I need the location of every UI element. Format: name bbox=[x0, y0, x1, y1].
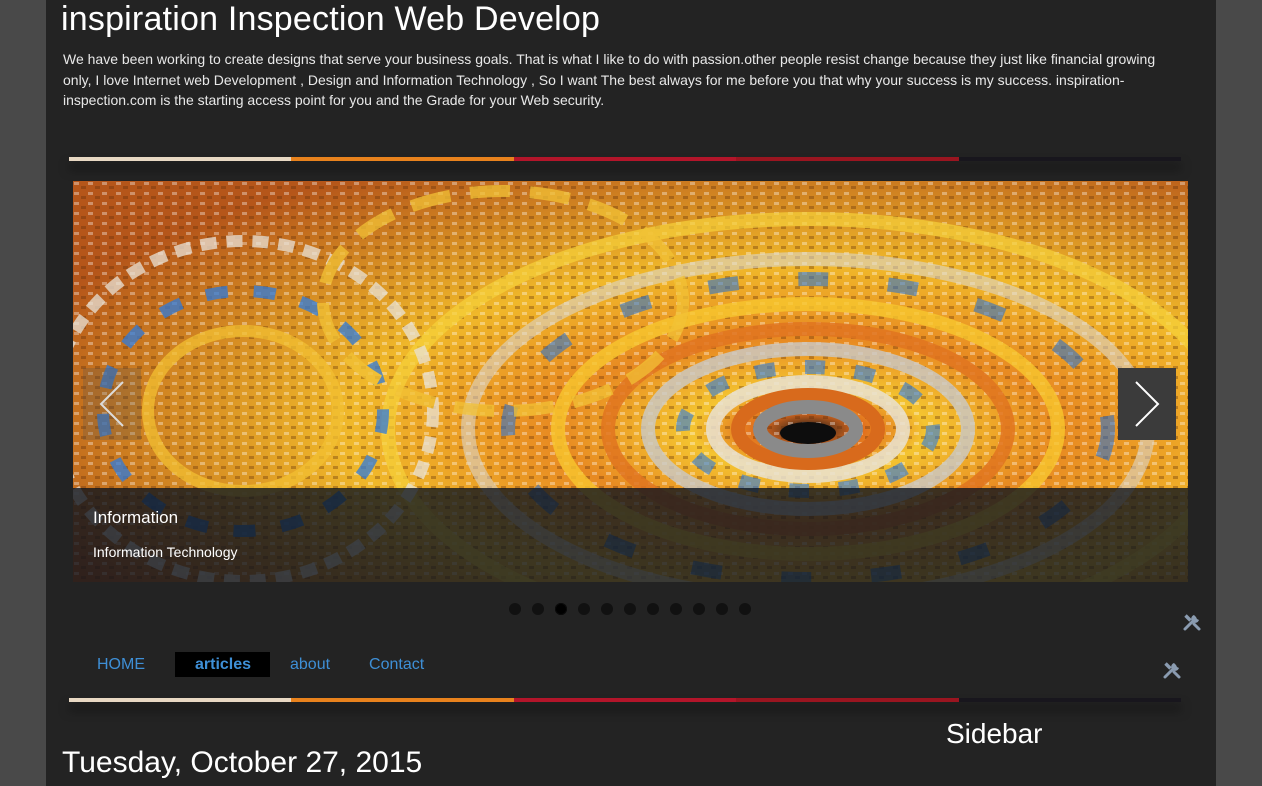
nav-contact[interactable]: Contact bbox=[369, 652, 424, 677]
slider-dot[interactable] bbox=[601, 603, 613, 615]
slider-dot[interactable] bbox=[670, 603, 682, 615]
slider-dot[interactable] bbox=[647, 603, 659, 615]
caption-title: Information bbox=[93, 508, 179, 527]
nav-about[interactable]: about bbox=[290, 652, 330, 677]
main-navigation: HOME articles about Contact bbox=[86, 652, 424, 677]
chevron-left-icon bbox=[99, 381, 124, 427]
sidebar-title: Sidebar bbox=[946, 718, 1043, 749]
post-date-header: Tuesday, October 27, 2015 bbox=[62, 746, 423, 779]
slider-dot[interactable] bbox=[739, 603, 751, 615]
slider-dot[interactable] bbox=[716, 603, 728, 615]
edit-widget-icon[interactable] bbox=[1182, 612, 1202, 632]
page-container: inspiration Inspection Web Develop We ha… bbox=[46, 0, 1216, 786]
caption-text: Information Technology bbox=[93, 544, 238, 560]
color-stripe-bottom bbox=[69, 698, 1182, 702]
nav-home[interactable]: HOME bbox=[97, 652, 145, 677]
slider-dot[interactable] bbox=[555, 603, 567, 615]
image-slider[interactable]: Information Information Technology bbox=[73, 181, 1188, 582]
chevron-right-icon bbox=[1135, 381, 1160, 427]
slide-caption: Information Information Technology bbox=[73, 488, 1188, 582]
site-description: We have been working to create designs t… bbox=[63, 51, 1156, 108]
slider-prev-button[interactable] bbox=[83, 368, 141, 440]
nav-articles[interactable]: articles bbox=[175, 652, 270, 677]
slider-dot[interactable] bbox=[624, 603, 636, 615]
slider-dot[interactable] bbox=[578, 603, 590, 615]
slider-dot[interactable] bbox=[532, 603, 544, 615]
slider-dot[interactable] bbox=[693, 603, 705, 615]
edit-widget-icon[interactable] bbox=[1162, 660, 1182, 680]
site-title[interactable]: inspiration Inspection Web Develop bbox=[61, 0, 600, 39]
slider-next-button[interactable] bbox=[1118, 368, 1176, 440]
slider-pagination bbox=[509, 603, 751, 615]
color-stripe-top bbox=[69, 157, 1182, 161]
slider-dot[interactable] bbox=[509, 603, 521, 615]
